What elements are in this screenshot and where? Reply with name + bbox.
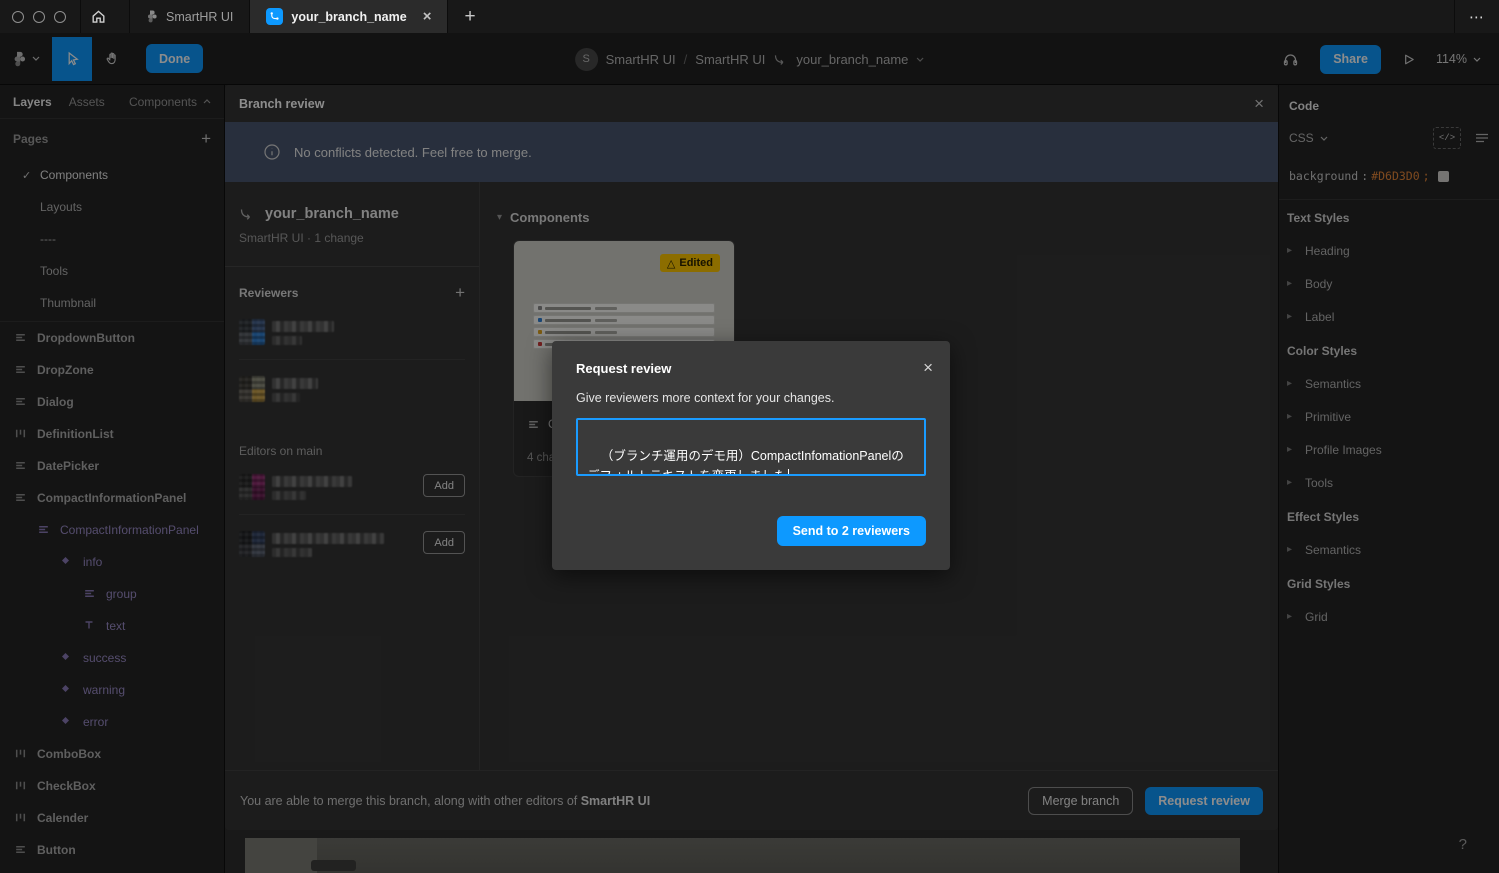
tab-label: SmartHR UI xyxy=(166,10,233,24)
overflow-menu-button[interactable]: ⋯ xyxy=(1454,0,1499,33)
window-minimize-button[interactable] xyxy=(33,11,45,23)
send-to-reviewers-button[interactable]: Send to 2 reviewers xyxy=(777,516,926,546)
review-comment-text: （ブランチ運用のデモ用）CompactInfomationPanelのデフォルト… xyxy=(587,449,904,476)
home-button[interactable] xyxy=(80,0,115,33)
window-tab-bar: SmartHR UI your_branch_name × + ⋯ xyxy=(0,0,1499,33)
window-controls[interactable] xyxy=(12,11,66,23)
window-maximize-button[interactable] xyxy=(54,11,66,23)
request-review-dialog: Request review × Give reviewers more con… xyxy=(552,341,950,570)
tab-label: your_branch_name xyxy=(291,10,406,24)
dialog-description: Give reviewers more context for your cha… xyxy=(576,391,926,405)
new-tab-button[interactable]: + xyxy=(464,6,475,28)
review-comment-input[interactable]: （ブランチ運用のデモ用）CompactInfomationPanelのデフォルト… xyxy=(576,418,926,476)
branch-tab-icon xyxy=(266,8,283,25)
home-icon xyxy=(90,8,107,25)
tab-close-icon[interactable]: × xyxy=(423,9,432,24)
figma-file-icon xyxy=(146,10,158,23)
file-tabs: SmartHR UI your_branch_name × xyxy=(129,0,448,33)
tab-your-branch-name[interactable]: your_branch_name × xyxy=(249,0,448,33)
dialog-title: Request review xyxy=(576,361,926,376)
tab-smarthr-ui[interactable]: SmartHR UI xyxy=(129,0,249,33)
window-close-button[interactable] xyxy=(12,11,24,23)
dialog-close-icon[interactable]: × xyxy=(923,358,933,378)
text-caret xyxy=(788,469,789,476)
figma-app: { "colors": { "accent": "#0d99ff", "badg… xyxy=(0,0,1499,873)
